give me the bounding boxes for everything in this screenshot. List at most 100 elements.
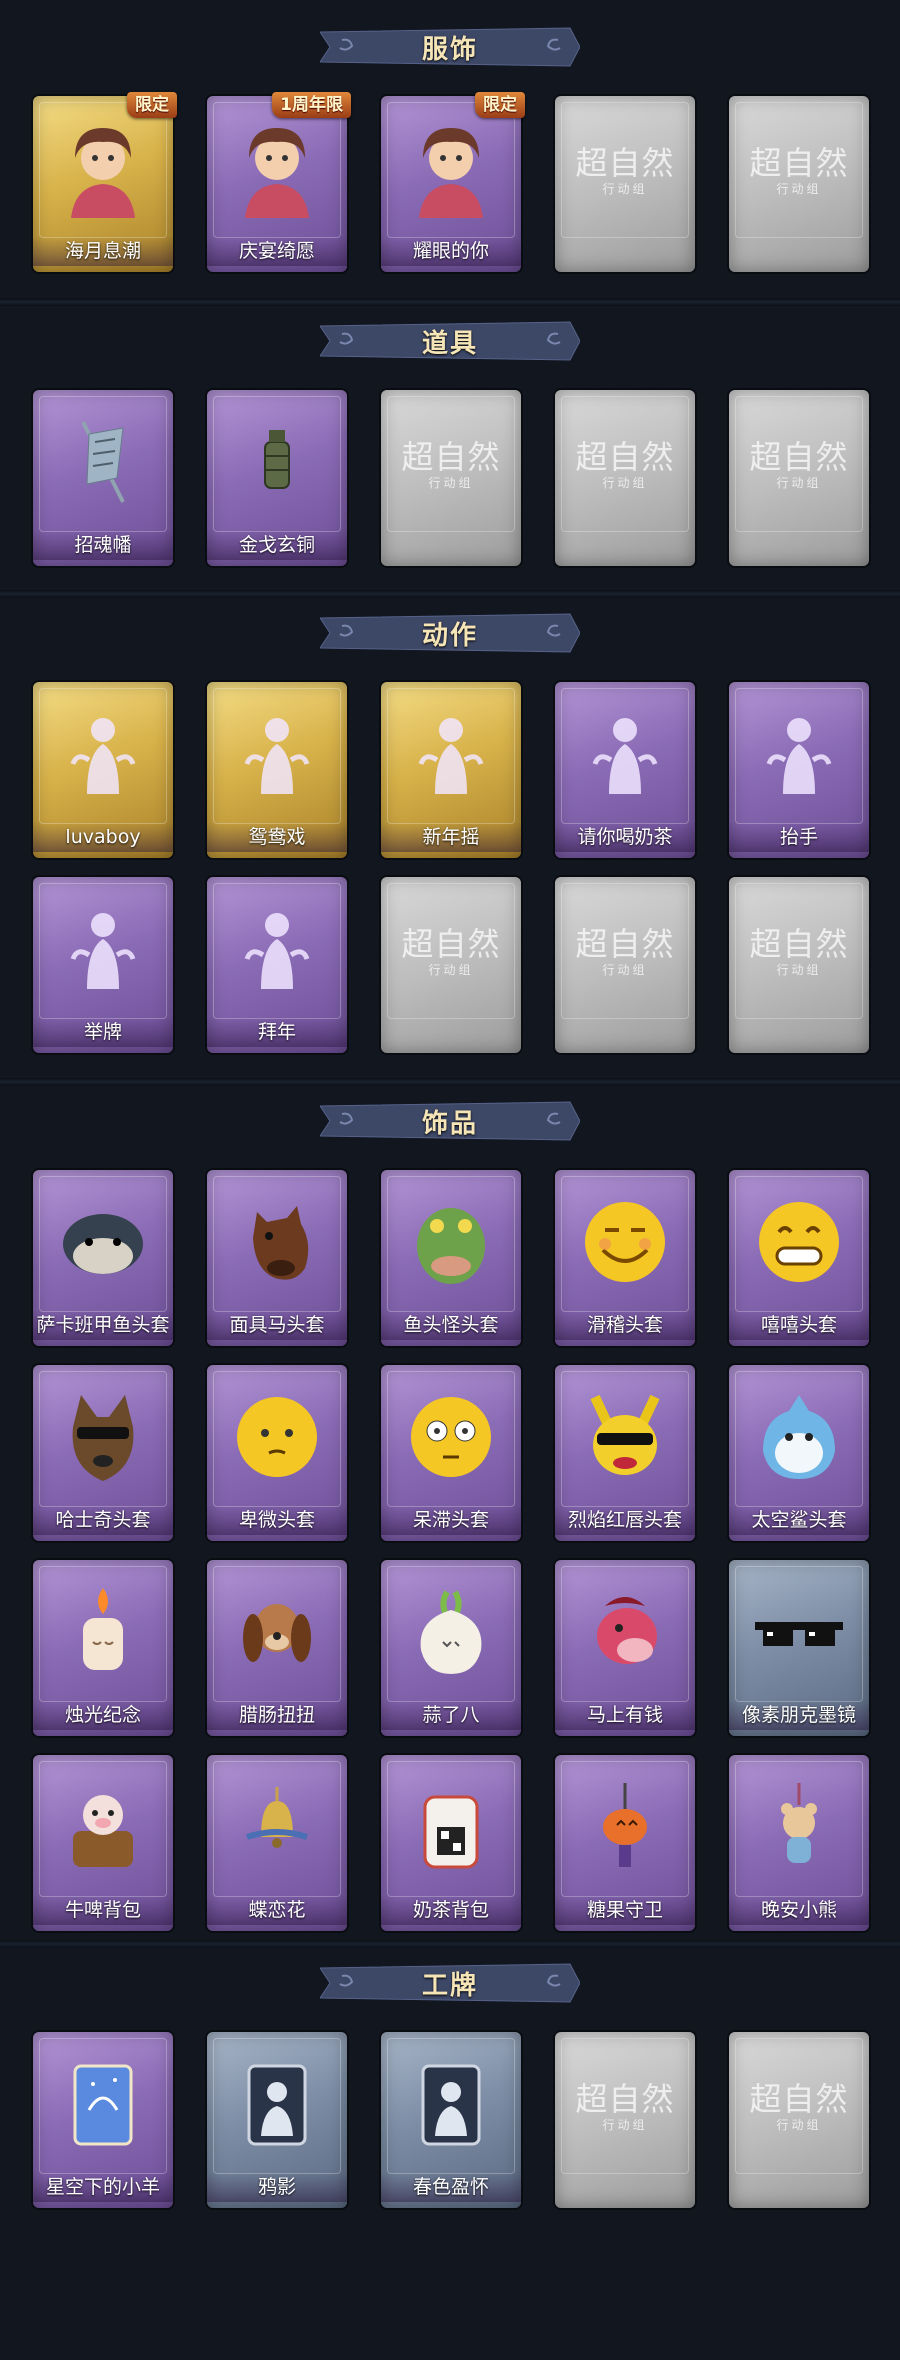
item-label: 海月息潮: [33, 236, 173, 266]
item-card[interactable]: 超自然 行动组: [555, 390, 695, 566]
item-card[interactable]: luvaboy: [33, 682, 173, 858]
section-2: [0, 318, 900, 328]
candle-icon: [53, 1582, 153, 1682]
item-card[interactable]: 嘻嘻头套: [729, 1170, 869, 1346]
item-card[interactable]: 超自然 行动组: [729, 390, 869, 566]
item-card[interactable]: 超自然 行动组: [555, 2032, 695, 2208]
placeholder-logo-icon: 超自然 行动组: [565, 438, 685, 490]
item-card[interactable]: 牛啤背包: [33, 1755, 173, 1931]
item-card[interactable]: 超自然 行动组: [381, 390, 521, 566]
pixel-sunglasses-icon: [749, 1582, 849, 1682]
item-card[interactable]: 超自然 行动组: [555, 877, 695, 1053]
collection-page: 服饰 海月息潮 限定 庆宴绮愿 1周年限 耀眼的你 限定 超自然 行动组 超自然 行动组 道具 招魂幡…: [0, 0, 900, 2360]
item-card[interactable]: 腊肠扭扭: [207, 1560, 347, 1736]
item-card[interactable]: 蒜了八: [381, 1560, 521, 1736]
section-divider: [0, 1078, 900, 1086]
item-card[interactable]: 超自然 行动组: [729, 2032, 869, 2208]
dazed-face-icon: [401, 1387, 501, 1487]
pose-figure-icon: [53, 899, 153, 999]
placeholder-logo-icon: 超自然 行动组: [391, 438, 511, 490]
item-card[interactable]: 超自然 行动组: [381, 877, 521, 1053]
item-card[interactable]: 奶茶背包: [381, 1755, 521, 1931]
placeholder-logo-subtitle: 行动组: [776, 2118, 822, 2132]
item-card[interactable]: 鸳鸯戏: [207, 682, 347, 858]
item-label: 像素朋克墨镜: [729, 1700, 869, 1730]
starry-card-icon: [53, 2054, 153, 2154]
item-card[interactable]: 金戈玄铜: [207, 390, 347, 566]
item-card[interactable]: 糖果守卫: [555, 1755, 695, 1931]
item-card[interactable]: 烈焰红唇头套: [555, 1365, 695, 1541]
item-card[interactable]: 海月息潮 限定: [33, 92, 177, 272]
item-card[interactable]: 哈士奇头套: [33, 1365, 173, 1541]
character-portrait-icon: [53, 118, 153, 218]
character-portrait-icon: [227, 118, 327, 218]
item-card[interactable]: 新年摇: [381, 682, 521, 858]
placeholder-logo-subtitle: 行动组: [602, 963, 648, 977]
item-card[interactable]: 像素朋克墨镜: [729, 1560, 869, 1736]
item-card[interactable]: 招魂幡: [33, 390, 173, 566]
item-card[interactable]: 举牌: [33, 877, 173, 1053]
item-label: 举牌: [33, 1017, 173, 1047]
item-card[interactable]: 滑稽头套: [555, 1170, 695, 1346]
limited-badge: 1周年限: [272, 92, 351, 118]
item-card[interactable]: 晚安小熊: [729, 1755, 869, 1931]
item-label: 嘻嘻头套: [729, 1310, 869, 1340]
placeholder-logo-title: 超自然: [749, 2080, 849, 2118]
item-label: 滑稽头套: [555, 1310, 695, 1340]
shark-head-icon: [749, 1387, 849, 1487]
item-label: 庆宴绮愿: [207, 236, 347, 266]
bear-charm-icon: [749, 1777, 849, 1877]
placeholder-logo-icon: 超自然 行动组: [739, 925, 859, 977]
section-title: 服饰: [421, 34, 478, 65]
item-label: 糖果守卫: [555, 1895, 695, 1925]
item-card[interactable]: 萨卡班甲鱼头套: [33, 1170, 173, 1346]
section-title: 道具: [421, 328, 478, 359]
item-label: 烛光纪念: [33, 1700, 173, 1730]
item-card[interactable]: 鸦影: [207, 2032, 347, 2208]
item-label: 鸳鸯戏: [207, 822, 347, 852]
item-card[interactable]: 耀眼的你 限定: [381, 92, 525, 272]
item-card[interactable]: 超自然 行动组: [729, 96, 869, 272]
item-card[interactable]: 烛光纪念: [33, 1560, 173, 1736]
item-card[interactable]: 春色盈怀: [381, 2032, 521, 2208]
item-card[interactable]: 超自然 行动组: [555, 96, 695, 272]
item-card[interactable]: 太空鲨头套: [729, 1365, 869, 1541]
item-label: 卑微头套: [207, 1505, 347, 1535]
item-card[interactable]: 蝶恋花: [207, 1755, 347, 1931]
item-card[interactable]: 庆宴绮愿 1周年限: [207, 92, 351, 272]
item-label: 萨卡班甲鱼头套: [33, 1310, 173, 1340]
pose-figure-icon: [53, 704, 153, 804]
section-divider: [0, 298, 900, 306]
cow-backpack-icon: [53, 1777, 153, 1877]
dog-plush-icon: [227, 1582, 327, 1682]
humble-face-icon: [227, 1387, 327, 1487]
item-card[interactable]: 星空下的小羊: [33, 2032, 173, 2208]
placeholder-logo-icon: 超自然 行动组: [739, 2080, 859, 2132]
item-label: 请你喝奶茶: [555, 822, 695, 852]
item-label: 耀眼的你: [381, 236, 521, 266]
limited-badge: 限定: [475, 92, 525, 118]
item-card[interactable]: 拜年: [207, 877, 347, 1053]
item-card[interactable]: 马上有钱: [555, 1560, 695, 1736]
pumpkin-charm-icon: [575, 1777, 675, 1877]
item-card[interactable]: 面具马头套: [207, 1170, 347, 1346]
item-card[interactable]: 抬手: [729, 682, 869, 858]
placeholder-logo-subtitle: 行动组: [602, 476, 648, 490]
item-card[interactable]: 卑微头套: [207, 1365, 347, 1541]
placeholder-logo-title: 超自然: [575, 438, 675, 476]
item-card[interactable]: 请你喝奶茶: [555, 682, 695, 858]
item-card[interactable]: 鱼头怪头套: [381, 1170, 521, 1346]
section-4: [0, 1098, 900, 1108]
pose-figure-icon: [401, 704, 501, 804]
section-title: 动作: [421, 620, 478, 651]
placeholder-logo-subtitle: 行动组: [428, 476, 474, 490]
item-card[interactable]: 呆滞头套: [381, 1365, 521, 1541]
item-label: 春色盈怀: [381, 2172, 521, 2202]
placeholder-logo-subtitle: 行动组: [776, 963, 822, 977]
item-label: 金戈玄铜: [207, 530, 347, 560]
item-card[interactable]: 超自然 行动组: [729, 877, 869, 1053]
placeholder-logo-title: 超自然: [575, 925, 675, 963]
item-label: 太空鲨头套: [729, 1505, 869, 1535]
item-label: 马上有钱: [555, 1700, 695, 1730]
section-divider: [0, 1940, 900, 1948]
